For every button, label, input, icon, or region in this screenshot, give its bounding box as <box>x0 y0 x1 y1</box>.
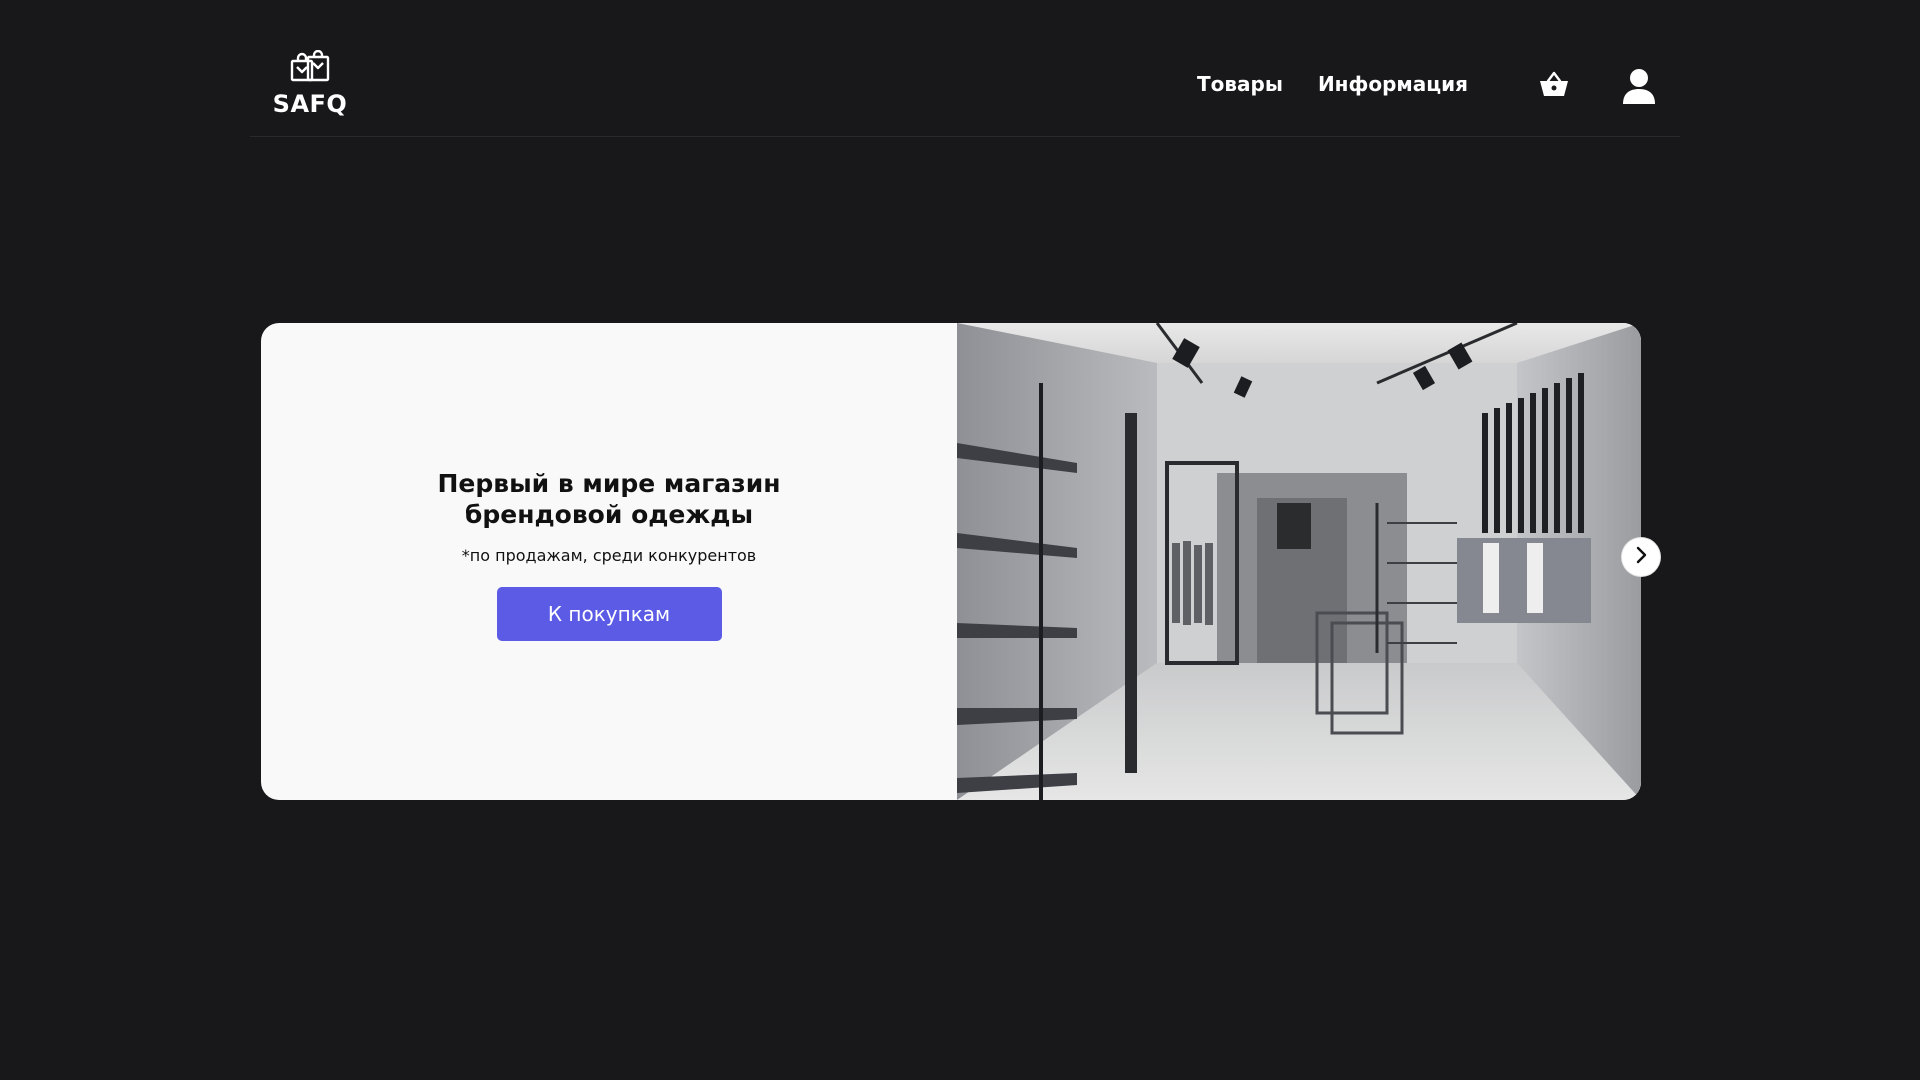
carousel-next-button[interactable] <box>1622 538 1660 576</box>
basket-icon[interactable] <box>1536 66 1572 102</box>
site-header: SAFQ Товары Информация <box>250 0 1680 137</box>
main-nav: Товары Информация <box>1197 72 1468 96</box>
store-interior-image <box>957 323 1641 800</box>
logo[interactable]: SAFQ <box>272 49 348 120</box>
hero-content: Первый в мире магазин брендовой одежды *… <box>261 323 957 800</box>
chevron-right-icon <box>1633 546 1649 568</box>
shop-now-button[interactable]: К покупкам <box>496 587 722 641</box>
nav-item-products[interactable]: Товары <box>1197 72 1283 96</box>
brand-name: SAFQ <box>272 90 348 118</box>
hero-banner: Первый в мире магазин брендовой одежды *… <box>261 323 1641 800</box>
hero-subtitle: *по продажам, среди конкурентов <box>461 546 757 565</box>
user-icon[interactable] <box>1620 66 1658 106</box>
shopping-bags-icon <box>289 49 331 88</box>
nav-item-info[interactable]: Информация <box>1318 72 1468 96</box>
hero-title: Первый в мире магазин брендовой одежды <box>437 469 781 529</box>
